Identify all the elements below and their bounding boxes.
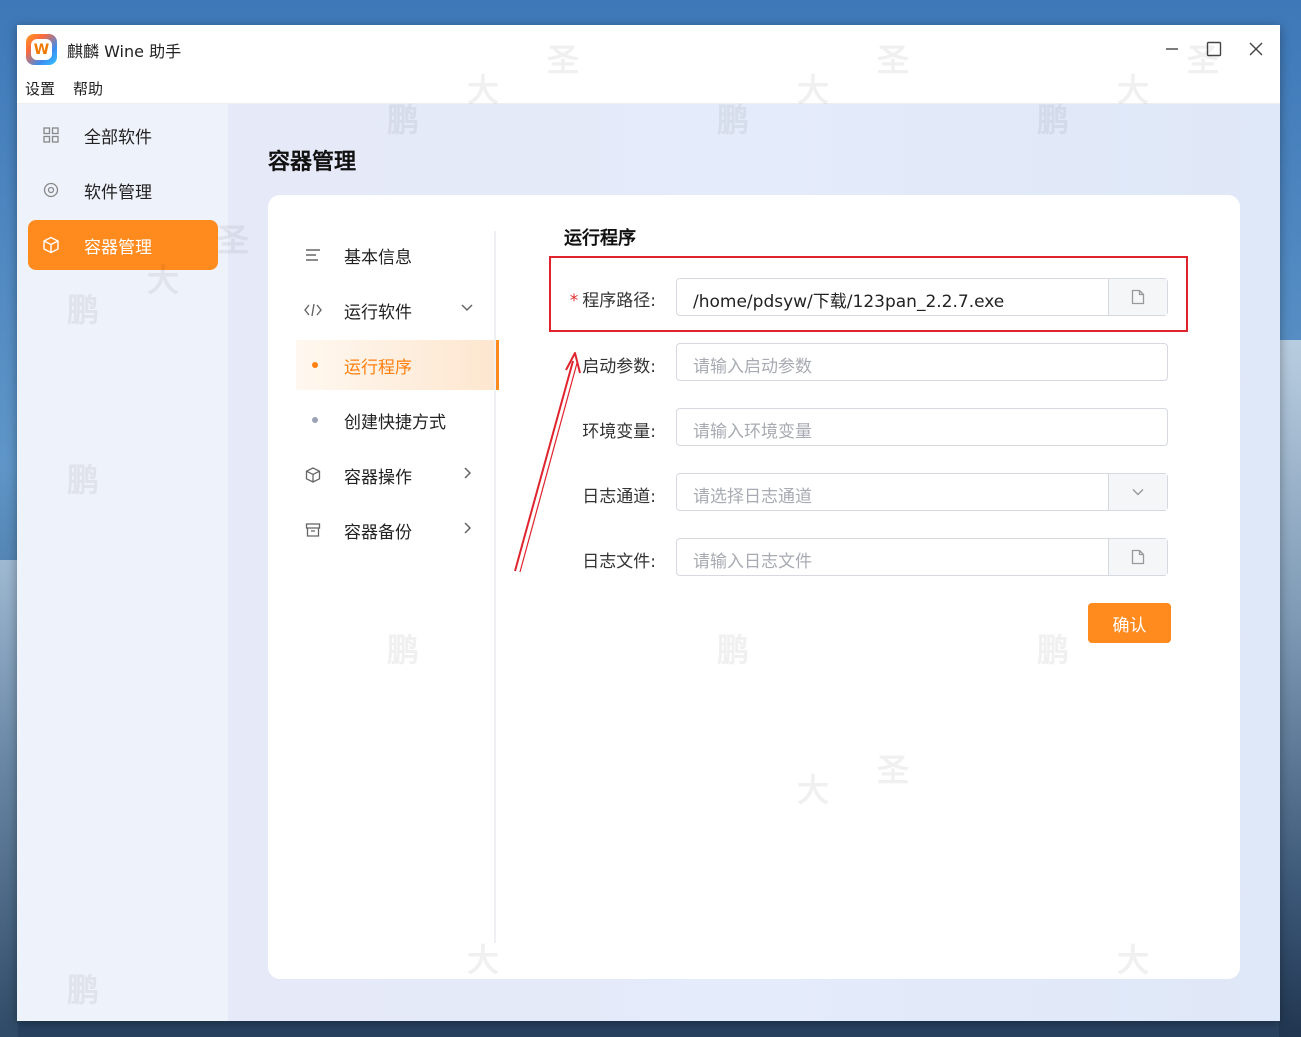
chevron-down-icon xyxy=(460,300,474,320)
submenu-label: 运行软件 xyxy=(344,302,412,323)
submenu-container-operations[interactable]: 容器操作 xyxy=(296,450,496,500)
submenu-create-shortcut[interactable]: 创建快捷方式 xyxy=(296,395,496,445)
env-vars-placeholder: 请输入环境变量 xyxy=(693,422,812,442)
menu-settings[interactable]: 设置 xyxy=(25,78,55,99)
env-vars-label: 环境变量: xyxy=(582,422,656,442)
minimize-button[interactable] xyxy=(1158,35,1186,63)
sidebar-item-container-management[interactable]: 容器管理 xyxy=(28,220,218,270)
sub-menu: 基本信息 运行软件 运行程序 创建快捷方式 容器操作 容器备份 xyxy=(268,195,499,979)
menu-bar: 设置 帮助 xyxy=(17,73,1280,104)
gear-icon xyxy=(40,179,62,201)
grid-icon xyxy=(40,124,62,146)
log-channel-dropdown-button[interactable] xyxy=(1108,474,1167,510)
log-file-placeholder: 请输入日志文件 xyxy=(693,552,812,572)
close-button[interactable] xyxy=(1242,35,1270,63)
close-icon xyxy=(1249,42,1263,56)
confirm-button[interactable]: 确认 xyxy=(1088,603,1171,643)
section-title: 运行程序 xyxy=(564,228,636,249)
app-logo: W xyxy=(26,34,57,65)
main-content: 容器管理 基本信息 运行软件 运行程序 创建快捷方式 容器操作 容器备份 运行程… xyxy=(228,104,1280,1021)
launch-args-placeholder: 请输入启动参数 xyxy=(693,357,812,377)
minimize-icon xyxy=(1166,48,1178,50)
content-card: 基本信息 运行软件 运行程序 创建快捷方式 容器操作 容器备份 运行程序 * 程… xyxy=(268,195,1240,979)
menu-help[interactable]: 帮助 xyxy=(73,78,103,99)
submenu-divider xyxy=(494,231,496,943)
chevron-right-icon xyxy=(460,465,474,485)
submenu-container-backup[interactable]: 容器备份 xyxy=(296,505,496,555)
maximize-button[interactable] xyxy=(1200,35,1228,63)
annotation-highlight-box xyxy=(549,256,1188,332)
submenu-label: 容器操作 xyxy=(344,467,412,488)
sidebar-item-label: 容器管理 xyxy=(84,237,152,258)
list-icon xyxy=(304,246,322,264)
chevron-down-icon xyxy=(1132,489,1144,496)
submenu-label: 基本信息 xyxy=(344,247,412,268)
submenu-label: 容器备份 xyxy=(344,522,412,543)
title-bar: W 麒麟 Wine 助手 xyxy=(17,25,1280,73)
window-title: 麒麟 Wine 助手 xyxy=(67,42,182,61)
log-channel-select[interactable]: 请选择日志通道 xyxy=(676,473,1168,511)
sidebar-item-software-management[interactable]: 软件管理 xyxy=(28,165,218,215)
archive-icon xyxy=(304,521,322,539)
cube-icon xyxy=(40,234,62,256)
submenu-label: 运行程序 xyxy=(344,357,412,378)
cube-icon xyxy=(304,466,322,484)
page-title: 容器管理 xyxy=(268,150,357,175)
log-channel-label: 日志通道: xyxy=(582,487,656,507)
submenu-label: 创建快捷方式 xyxy=(344,412,446,433)
log-channel-placeholder: 请选择日志通道 xyxy=(693,487,812,507)
log-file-label: 日志文件: xyxy=(582,552,656,572)
sidebar-item-label: 全部软件 xyxy=(84,127,152,148)
submenu-run-program[interactable]: 运行程序 xyxy=(296,340,499,390)
log-file-browse-button[interactable] xyxy=(1108,539,1167,575)
sidebar-item-label: 软件管理 xyxy=(84,182,152,203)
launch-args-label: 启动参数: xyxy=(582,357,656,377)
bullet-icon xyxy=(312,362,318,368)
env-vars-input[interactable]: 请输入环境变量 xyxy=(676,408,1168,446)
sidebar-item-all-software[interactable]: 全部软件 xyxy=(28,110,218,160)
submenu-run-software[interactable]: 运行软件 xyxy=(296,285,496,335)
sidebar: 全部软件 软件管理 容器管理 xyxy=(17,104,228,1021)
code-icon xyxy=(304,301,322,319)
log-file-input[interactable]: 请输入日志文件 xyxy=(676,538,1168,576)
bullet-icon xyxy=(312,417,318,423)
app-window: W 麒麟 Wine 助手 设置 帮助 全部软件 软件管理 容器管理 容器管理 基… xyxy=(17,25,1280,1021)
submenu-basic-info[interactable]: 基本信息 xyxy=(296,230,496,280)
chevron-right-icon xyxy=(460,520,474,540)
file-icon xyxy=(1131,549,1145,565)
maximize-icon xyxy=(1206,41,1222,57)
launch-args-input[interactable]: 请输入启动参数 xyxy=(676,343,1168,381)
